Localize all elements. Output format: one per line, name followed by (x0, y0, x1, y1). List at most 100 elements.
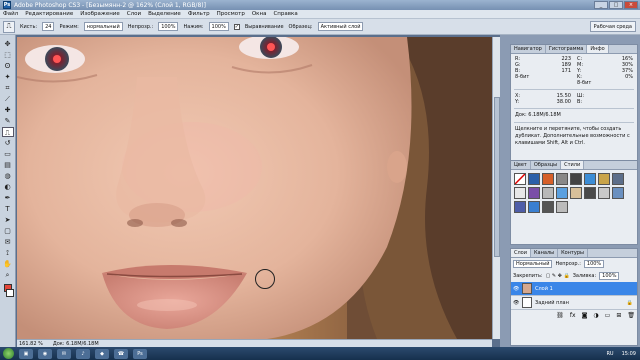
eyedropper-icon[interactable]: ⟟ (2, 248, 14, 258)
style-none[interactable] (514, 173, 526, 185)
tab-navigator[interactable]: Навигатор (511, 45, 546, 53)
opacity-field[interactable]: 100% (158, 22, 179, 31)
menu-layers[interactable]: Слои (127, 11, 141, 17)
hand-tool-icon[interactable]: ✋ (2, 259, 14, 269)
style-swatch[interactable] (514, 201, 526, 213)
brush-size-picker[interactable]: 24 (42, 22, 55, 31)
minimize-icon[interactable]: _ (594, 1, 608, 9)
language-indicator[interactable]: RU (606, 351, 613, 357)
style-swatch[interactable] (598, 187, 610, 199)
tab-color[interactable]: Цвет (511, 161, 531, 169)
taskbar-app-icon[interactable]: ◆ (95, 348, 109, 359)
style-swatch[interactable] (570, 173, 582, 185)
style-swatch[interactable] (598, 173, 610, 185)
tab-swatches[interactable]: Образцы (531, 161, 562, 169)
menu-edit[interactable]: Редактирование (25, 11, 73, 17)
workspace-button[interactable]: Рабочая среда (589, 21, 636, 32)
blend-mode-select[interactable]: Нормальный (513, 260, 553, 268)
menu-file[interactable]: Файл (3, 11, 18, 17)
canvas-scrollbar[interactable] (492, 37, 500, 339)
type-tool-icon[interactable]: T (2, 204, 14, 214)
taskbar-app-icon[interactable]: ◉ (38, 348, 52, 359)
shape-tool-icon[interactable]: ▢ (2, 226, 14, 236)
slice-tool-icon[interactable]: ⟋ (2, 94, 14, 104)
menu-view[interactable]: Просмотр (217, 11, 245, 17)
start-button[interactable] (3, 348, 14, 359)
layer-opacity-field[interactable]: 100% (583, 260, 605, 268)
style-swatch[interactable] (556, 173, 568, 185)
layer-row[interactable]: 👁 Слой 1 (511, 282, 637, 296)
style-swatch[interactable] (612, 187, 624, 199)
tab-layers[interactable]: Слои (511, 249, 531, 257)
link-layers-icon[interactable]: ⛓ (556, 312, 564, 319)
add-mask-icon[interactable]: ◙ (582, 312, 588, 319)
tab-paths[interactable]: Контуры (558, 249, 588, 257)
move-tool-icon[interactable]: ✥ (2, 39, 14, 49)
maximize-icon[interactable]: □ (609, 1, 623, 9)
aligned-checkbox[interactable]: ✓ (233, 23, 240, 30)
healing-brush-icon[interactable]: ✚ (2, 105, 14, 115)
delete-layer-icon[interactable]: 🗑 (627, 312, 635, 319)
eye-icon[interactable]: 👁 (513, 286, 519, 292)
taskbar-app-icon[interactable]: ✉ (57, 348, 71, 359)
taskbar-photoshop-icon[interactable]: Ps (133, 348, 147, 359)
menu-select[interactable]: Выделение (148, 11, 181, 17)
style-swatch[interactable] (542, 187, 554, 199)
zoom-tool-icon[interactable]: ⌕ (2, 270, 14, 280)
tab-styles[interactable]: Стили (561, 161, 585, 169)
tab-info[interactable]: Инфо (587, 45, 609, 53)
style-swatch[interactable] (528, 201, 540, 213)
mode-select[interactable]: нормальный (83, 22, 123, 31)
pen-tool-icon[interactable]: ✒ (2, 193, 14, 203)
tab-channels[interactable]: Каналы (531, 249, 559, 257)
style-swatch[interactable] (542, 201, 554, 213)
menu-window[interactable]: Окна (252, 11, 267, 17)
lock-icons[interactable]: ▢ ✎ ✥ 🔒 (546, 273, 570, 279)
style-swatch[interactable] (584, 173, 596, 185)
menu-image[interactable]: Изображение (80, 11, 120, 17)
style-swatch[interactable] (528, 187, 540, 199)
taskbar-app-icon[interactable]: ☎ (114, 348, 128, 359)
clone-stamp-icon[interactable]: ⎍ (3, 20, 15, 33)
brush-tool-icon[interactable]: ✎ (2, 116, 14, 126)
history-brush-icon[interactable]: ↺ (2, 138, 14, 148)
style-swatch[interactable] (556, 187, 568, 199)
document-canvas[interactable] (17, 37, 492, 339)
menu-filter[interactable]: Фильтр (188, 11, 210, 17)
flow-field[interactable]: 100% (208, 22, 229, 31)
lasso-tool-icon[interactable]: ʘ (2, 61, 14, 71)
notes-tool-icon[interactable]: ✉ (2, 237, 14, 247)
adjustment-layer-icon[interactable]: ◑ (593, 312, 598, 319)
layer-name[interactable]: Слой 1 (535, 286, 553, 292)
tab-histogram[interactable]: Гистограмма (546, 45, 588, 53)
dodge-tool-icon[interactable]: ◐ (2, 182, 14, 192)
menu-help[interactable]: Справка (273, 11, 297, 17)
marquee-tool-icon[interactable]: ⬚ (2, 50, 14, 60)
style-swatch[interactable] (514, 187, 526, 199)
gradient-tool-icon[interactable]: ▤ (2, 160, 14, 170)
style-swatch[interactable] (612, 173, 624, 185)
zoom-level[interactable]: 161.82 % (19, 341, 43, 347)
magic-wand-icon[interactable]: ✦ (2, 72, 14, 82)
path-select-icon[interactable]: ➤ (2, 215, 14, 225)
new-layer-icon[interactable]: ⊞ (616, 312, 621, 319)
crop-tool-icon[interactable]: ⌗ (2, 83, 14, 93)
eraser-tool-icon[interactable]: ▭ (2, 149, 14, 159)
taskbar-app-icon[interactable]: ♪ (76, 348, 90, 359)
sample-select[interactable]: Активный слой (317, 22, 364, 31)
layer-style-icon[interactable]: fx (570, 312, 576, 319)
fill-field[interactable]: 100% (599, 272, 620, 280)
style-swatch[interactable] (542, 173, 554, 185)
background-color-swatch[interactable] (5, 289, 14, 297)
layer-row[interactable]: 👁 Задний план 🔒 (511, 296, 637, 310)
style-swatch[interactable] (570, 187, 582, 199)
style-swatch[interactable] (528, 173, 540, 185)
clone-stamp-tool-icon[interactable]: ⎍ (1, 127, 14, 137)
style-swatch[interactable] (556, 201, 568, 213)
taskbar-app-icon[interactable]: ▣ (19, 348, 33, 359)
new-group-icon[interactable]: ▭ (605, 312, 611, 319)
eye-icon[interactable]: 👁 (513, 300, 519, 306)
style-swatch[interactable] (584, 187, 596, 199)
blur-tool-icon[interactable]: ◍ (2, 171, 14, 181)
close-icon[interactable]: × (624, 1, 638, 9)
